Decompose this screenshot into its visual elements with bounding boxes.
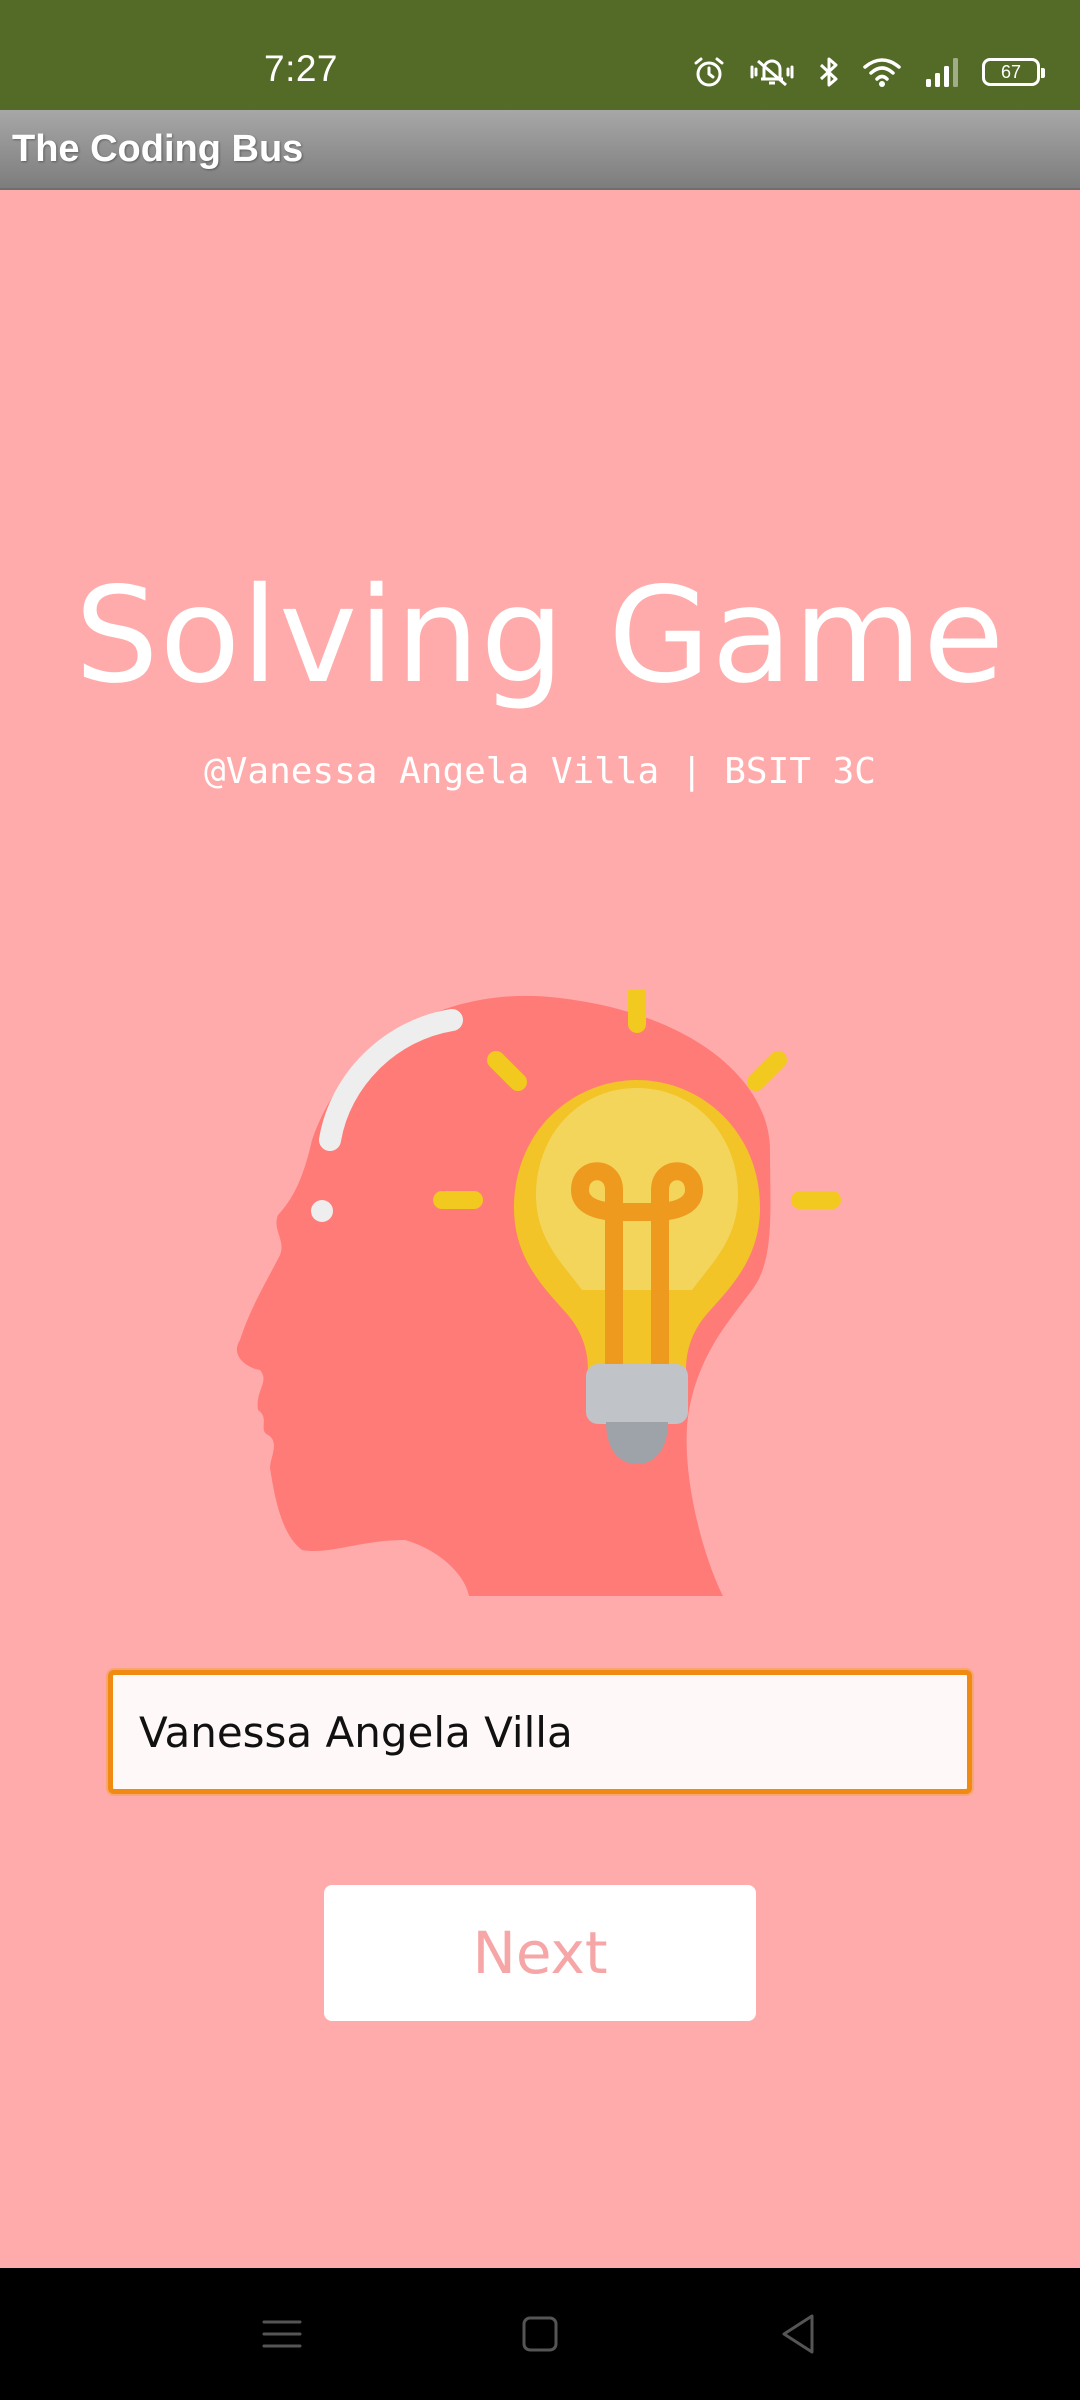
back-icon[interactable] bbox=[768, 2308, 828, 2360]
battery-level: 67 bbox=[1000, 62, 1022, 82]
app-title: The Coding Bus bbox=[12, 128, 304, 170]
status-bar: 7:27 67 bbox=[0, 0, 1080, 110]
author-subtitle: @Vanessa Angela Villa | BSIT 3C bbox=[204, 751, 876, 792]
bluetooth-icon bbox=[818, 55, 840, 89]
head-with-lightbulb-illustration bbox=[230, 983, 850, 1610]
name-input[interactable] bbox=[108, 1670, 972, 1794]
home-icon[interactable] bbox=[510, 2308, 570, 2360]
game-title: Solving Game bbox=[74, 559, 1006, 713]
status-icons: 67 bbox=[692, 50, 1045, 94]
main-screen: Solving Game @Vanessa Angela Villa | BSI… bbox=[0, 190, 1080, 2268]
status-time: 7:27 bbox=[264, 48, 339, 89]
menu-icon[interactable] bbox=[252, 2308, 312, 2360]
system-nav-bar bbox=[0, 2268, 1080, 2400]
next-button[interactable]: Next bbox=[324, 1885, 756, 2021]
vibrate-mute-icon bbox=[748, 55, 796, 89]
battery-icon: 67 bbox=[982, 58, 1045, 86]
app-title-bar: The Coding Bus bbox=[0, 110, 1080, 190]
alarm-icon bbox=[692, 55, 726, 89]
signal-icon bbox=[924, 55, 960, 89]
wifi-icon bbox=[862, 55, 902, 89]
